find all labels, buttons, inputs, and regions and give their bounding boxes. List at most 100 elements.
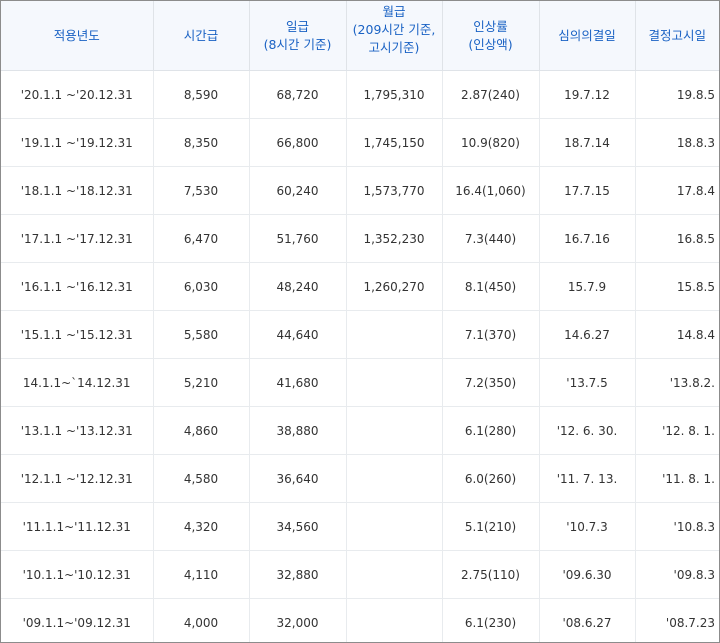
cell-daily: 38,880: [249, 406, 347, 455]
cell-daily: 68,720: [249, 70, 347, 119]
cell-decision-date: '11. 7. 13.: [539, 454, 636, 503]
cell-hourly: 7,530: [153, 166, 250, 215]
table-row: '10.1.1~'10.12.31 4,110 32,880 2.75(110) '09…: [1, 550, 719, 599]
table-header-row: 적용년도 시간급 일급 (8시간 기준) 월급 (209시간 기준, 고시기준) 인상…: [1, 1, 719, 71]
cell-monthly: 1,260,270: [346, 262, 443, 311]
cell-decision-date: 17.7.15: [539, 166, 636, 215]
cell-decision-date: 16.7.16: [539, 214, 636, 263]
header-increase-rate: 인상률 (인상액): [442, 1, 540, 71]
cell-decision-date: 19.7.12: [539, 70, 636, 119]
cell-decision-date: '10.7.3: [539, 502, 636, 551]
table-row: '16.1.1 ~'16.12.31 6,030 48,240 1,260,270 8.…: [1, 262, 719, 311]
cell-daily: 44,640: [249, 310, 347, 359]
header-hourly: 시간급: [153, 1, 250, 71]
cell-period: '12.1.1 ~'12.12.31: [1, 454, 154, 503]
table-row: 14.1.1~`14.12.31 5,210 41,680 7.2(350) '13.7…: [1, 358, 719, 407]
table-row: '20.1.1 ~'20.12.31 8,590 68,720 1,795,310 2.…: [1, 70, 719, 119]
cell-monthly: 1,352,230: [346, 214, 443, 263]
cell-notice-date: '13.8.2.: [635, 358, 719, 407]
cell-notice-date: '11. 8. 1.: [635, 454, 719, 503]
cell-period: '13.1.1 ~'13.12.31: [1, 406, 154, 455]
cell-hourly: 8,590: [153, 70, 250, 119]
cell-increase-rate: 2.87(240): [442, 70, 540, 119]
cell-notice-date: 15.8.5: [635, 262, 719, 311]
cell-daily: 32,880: [249, 550, 347, 599]
cell-daily: 66,800: [249, 118, 347, 167]
cell-increase-rate: 6.0(260): [442, 454, 540, 503]
cell-hourly: 4,110: [153, 550, 250, 599]
cell-hourly: 5,580: [153, 310, 250, 359]
cell-period: '10.1.1~'10.12.31: [1, 550, 154, 599]
cell-monthly: 1,573,770: [346, 166, 443, 215]
cell-decision-date: '13.7.5: [539, 358, 636, 407]
cell-period: '09.1.1~'09.12.31: [1, 598, 154, 642]
cell-notice-date: 19.8.5: [635, 70, 719, 119]
cell-daily: 36,640: [249, 454, 347, 503]
cell-daily: 34,560: [249, 502, 347, 551]
cell-hourly: 4,000: [153, 598, 250, 642]
cell-monthly: [346, 502, 443, 551]
cell-increase-rate: 6.1(230): [442, 598, 540, 642]
table-row: '13.1.1 ~'13.12.31 4,860 38,880 6.1(280) '12…: [1, 406, 719, 455]
cell-notice-date: 16.8.5: [635, 214, 719, 263]
cell-notice-date: 18.8.3: [635, 118, 719, 167]
header-decision-date: 심의의결일: [539, 1, 636, 71]
cell-hourly: 4,860: [153, 406, 250, 455]
cell-decision-date: 18.7.14: [539, 118, 636, 167]
cell-hourly: 8,350: [153, 118, 250, 167]
cell-period: '19.1.1 ~'19.12.31: [1, 118, 154, 167]
cell-monthly: 1,795,310: [346, 70, 443, 119]
cell-monthly: 1,745,150: [346, 118, 443, 167]
cell-decision-date: '08.6.27: [539, 598, 636, 642]
cell-hourly: 6,030: [153, 262, 250, 311]
cell-notice-date: '12. 8. 1.: [635, 406, 719, 455]
cell-increase-rate: 7.3(440): [442, 214, 540, 263]
cell-period: 14.1.1~`14.12.31: [1, 358, 154, 407]
cell-period: '16.1.1 ~'16.12.31: [1, 262, 154, 311]
table-row: '18.1.1 ~'18.12.31 7,530 60,240 1,573,770 16…: [1, 166, 719, 215]
cell-decision-date: '12. 6. 30.: [539, 406, 636, 455]
table-row: '12.1.1 ~'12.12.31 4,580 36,640 6.0(260) '11…: [1, 454, 719, 503]
cell-daily: 60,240: [249, 166, 347, 215]
cell-increase-rate: 2.75(110): [442, 550, 540, 599]
cell-increase-rate: 7.1(370): [442, 310, 540, 359]
cell-daily: 51,760: [249, 214, 347, 263]
cell-period: '20.1.1 ~'20.12.31: [1, 70, 154, 119]
cell-increase-rate: 10.9(820): [442, 118, 540, 167]
cell-hourly: 4,580: [153, 454, 250, 503]
header-notice-date: 결정고시일: [635, 1, 719, 71]
cell-daily: 32,000: [249, 598, 347, 642]
table-row: '15.1.1 ~'15.12.31 5,580 44,640 7.1(370) 14.…: [1, 310, 719, 359]
cell-hourly: 4,320: [153, 502, 250, 551]
header-daily: 일급 (8시간 기준): [249, 1, 347, 71]
cell-decision-date: '09.6.30: [539, 550, 636, 599]
cell-monthly: [346, 454, 443, 503]
cell-monthly: [346, 310, 443, 359]
table-row: '09.1.1~'09.12.31 4,000 32,000 6.1(230) '08.…: [1, 598, 719, 642]
cell-hourly: 6,470: [153, 214, 250, 263]
cell-notice-date: '09.8.3: [635, 550, 719, 599]
header-period: 적용년도: [1, 1, 154, 71]
table-row: '19.1.1 ~'19.12.31 8,350 66,800 1,745,150 10…: [1, 118, 719, 167]
cell-decision-date: 14.6.27: [539, 310, 636, 359]
cell-hourly: 5,210: [153, 358, 250, 407]
cell-daily: 41,680: [249, 358, 347, 407]
cell-period: '11.1.1~'11.12.31: [1, 502, 154, 551]
header-monthly: 월급 (209시간 기준, 고시기준): [346, 1, 443, 71]
cell-monthly: [346, 550, 443, 599]
cell-increase-rate: 16.4(1,060): [442, 166, 540, 215]
table-row: '11.1.1~'11.12.31 4,320 34,560 5.1(210) '10.…: [1, 502, 719, 551]
cell-increase-rate: 8.1(450): [442, 262, 540, 311]
cell-notice-date: '08.7.23: [665, 615, 715, 630]
cell-decision-date: 15.7.9: [539, 262, 636, 311]
cell-period: '18.1.1 ~'18.12.31: [1, 166, 154, 215]
cell-notice-date: 17.8.4: [635, 166, 719, 215]
cell-period: '15.1.1 ~'15.12.31: [1, 310, 154, 359]
cell-daily: 48,240: [249, 262, 347, 311]
cell-increase-rate: 7.2(350): [442, 358, 540, 407]
minimum-wage-table: 적용년도 시간급 일급 (8시간 기준) 월급 (209시간 기준, 고시기준) 인상…: [1, 1, 719, 642]
cell-monthly: [346, 406, 443, 455]
cell-notice-date: 14.8.4: [635, 310, 719, 359]
table-row: '17.1.1 ~'17.12.31 6,470 51,760 1,352,230 7.…: [1, 214, 719, 263]
cell-monthly: [346, 598, 443, 642]
